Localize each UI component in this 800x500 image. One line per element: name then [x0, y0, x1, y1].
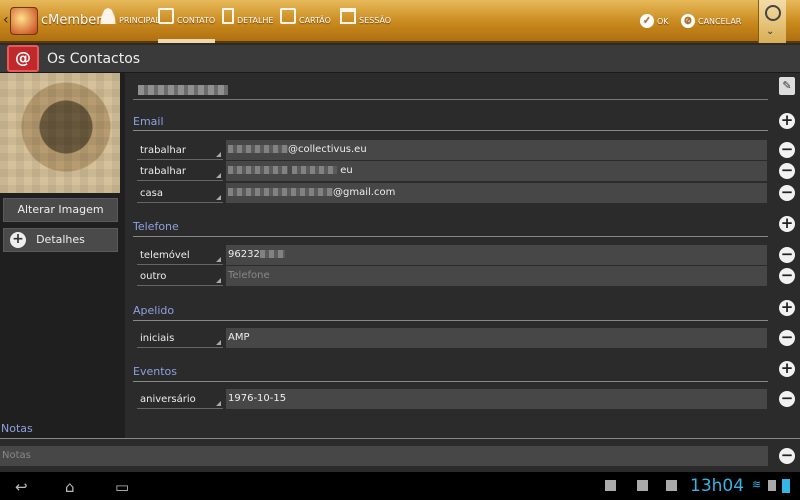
- tab-sessao[interactable]: SESSÃO: [340, 8, 391, 43]
- overflow-menu-button[interactable]: ⌄: [758, 0, 786, 43]
- back-icon[interactable]: ‹: [3, 12, 9, 28]
- battery-icon: [782, 479, 790, 493]
- blurred-text: [292, 166, 337, 174]
- divider: [133, 130, 768, 131]
- tab-principal[interactable]: PRINCIPAL: [100, 8, 160, 43]
- contacts-at-icon: @: [7, 45, 39, 72]
- phone-field[interactable]: 96232: [226, 245, 767, 265]
- email-type-select[interactable]: trabalhar: [137, 163, 223, 181]
- back-nav-icon[interactable]: ↩: [15, 478, 28, 496]
- remove-nickname-button[interactable]: −: [779, 330, 795, 346]
- blurred-text: [228, 166, 288, 174]
- action-bar: ‹ cMember PRINCIPAL CONTATO DETALHE CART…: [0, 0, 800, 43]
- home-nav-icon[interactable]: ⌂: [65, 478, 75, 496]
- add-event-button[interactable]: +: [779, 361, 795, 377]
- tab-cartao[interactable]: CARTÃO: [280, 8, 331, 43]
- check-icon: ✓: [640, 14, 654, 28]
- edit-icon[interactable]: ✎: [779, 77, 795, 95]
- notes-field[interactable]: Notas: [0, 446, 768, 466]
- blurred-text: [228, 188, 333, 196]
- tab-detalhe[interactable]: DETALHE: [222, 8, 273, 43]
- phone-type-select[interactable]: telemóvel: [137, 247, 223, 265]
- email-type-select[interactable]: casa: [137, 185, 223, 203]
- nickname-type-select[interactable]: iniciais: [137, 330, 223, 348]
- divider: [0, 438, 800, 439]
- system-bar: ↩ ⌂ ▭ 13h04 ≋: [0, 472, 800, 500]
- divider: [133, 320, 768, 321]
- document-icon: [222, 8, 234, 24]
- divider: [133, 236, 768, 237]
- mail-notification-icon[interactable]: [666, 480, 677, 491]
- person-icon: [100, 8, 116, 24]
- email-field[interactable]: eu: [226, 161, 767, 181]
- users-icon: [765, 5, 781, 21]
- plus-icon: +: [10, 232, 26, 248]
- events-section-title: Eventos: [133, 365, 177, 378]
- email-type-select[interactable]: trabalhar: [137, 142, 223, 160]
- remove-phone-button[interactable]: −: [779, 247, 795, 263]
- blurred-text: [259, 250, 285, 258]
- remove-email-button[interactable]: −: [779, 142, 795, 158]
- tab-contato[interactable]: CONTATO: [158, 8, 216, 43]
- phone-type-select[interactable]: outro: [137, 268, 223, 286]
- card-icon: [280, 8, 296, 24]
- add-phone-button[interactable]: +: [779, 216, 795, 232]
- ok-button[interactable]: ✓ OK: [640, 14, 669, 28]
- app-title: cMember: [41, 13, 102, 28]
- notes-notification-icon[interactable]: [637, 480, 648, 491]
- email-section-title: Email: [133, 115, 164, 128]
- notes-section-title: Notas: [1, 422, 33, 435]
- chevron-down-icon: ⌄: [766, 26, 775, 37]
- clock: 13h04: [690, 476, 745, 496]
- left-panel: Alterar Imagem + Detalhes: [0, 73, 125, 438]
- remove-phone-button[interactable]: −: [779, 268, 795, 284]
- phone-section-title: Telefone: [133, 220, 179, 233]
- event-date-field[interactable]: 1976-10-15: [226, 389, 767, 409]
- contact-card-icon: [158, 8, 174, 24]
- blurred-name: [138, 85, 228, 95]
- recent-apps-icon[interactable]: ▭: [115, 478, 129, 496]
- bluetooth-icon: [768, 480, 776, 491]
- nickname-field[interactable]: AMP: [226, 328, 767, 348]
- contact-photo[interactable]: [0, 73, 120, 193]
- add-nickname-button[interactable]: +: [779, 300, 795, 316]
- app-logo-icon[interactable]: [10, 7, 38, 35]
- change-image-button[interactable]: Alterar Imagem: [3, 198, 118, 222]
- nickname-section-title: Apelido: [133, 304, 175, 317]
- divider: [133, 381, 768, 382]
- remove-email-button[interactable]: −: [779, 185, 795, 201]
- screen-header: @ Os Contactos: [0, 45, 800, 73]
- remove-notes-button[interactable]: −: [779, 448, 795, 464]
- blurred-text: [228, 145, 288, 153]
- email-field[interactable]: @gmail.com: [226, 183, 767, 203]
- event-type-select[interactable]: aniversário: [137, 391, 223, 409]
- cancel-icon: ⊘: [681, 14, 695, 28]
- details-button[interactable]: + Detalhes: [3, 228, 118, 252]
- phone-field[interactable]: Telefone: [226, 266, 767, 286]
- remove-event-button[interactable]: −: [779, 391, 795, 407]
- cancel-button[interactable]: ⊘ CANCELAR: [681, 14, 741, 28]
- wifi-icon: ≋: [752, 478, 762, 491]
- name-field[interactable]: [133, 80, 768, 100]
- image-notification-icon[interactable]: [605, 480, 616, 491]
- calendar-icon: [340, 8, 356, 24]
- add-email-button[interactable]: +: [779, 113, 795, 129]
- email-field[interactable]: @collectivus.eu: [226, 140, 767, 160]
- page-title: Os Contactos: [47, 51, 141, 67]
- remove-email-button[interactable]: −: [779, 163, 795, 179]
